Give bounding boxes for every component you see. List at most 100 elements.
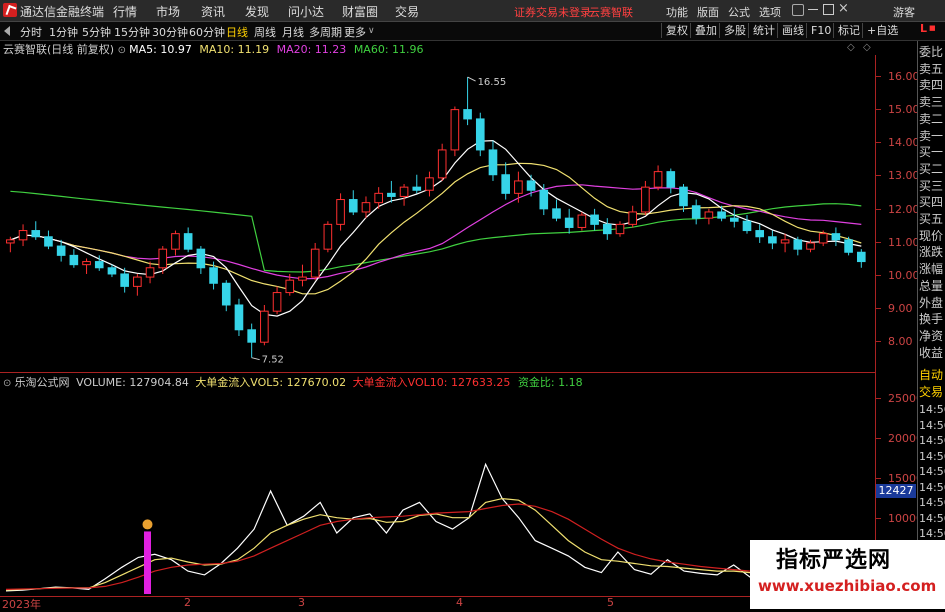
candle-body — [171, 233, 180, 250]
adjust-price-button[interactable]: 复权 — [661, 23, 692, 38]
back-arrow-icon[interactable] — [4, 26, 10, 36]
candle-body — [831, 233, 841, 241]
menu-item-formula[interactable]: 公式 — [728, 4, 750, 20]
y-tick-label: 8.00 — [888, 335, 913, 348]
high-pointer — [467, 76, 476, 82]
candle-body — [539, 189, 549, 210]
tick-time-label: 14:56 — [919, 418, 945, 432]
stock-link[interactable]: 云赛智联 — [589, 4, 633, 20]
menu-item-news[interactable]: 资讯 — [201, 3, 225, 20]
tick-time-label: 14:56 — [919, 480, 945, 494]
candle-body — [564, 217, 574, 228]
candle-body — [361, 202, 371, 213]
y-tick-mark — [876, 275, 881, 276]
signal-bar — [144, 531, 151, 594]
candle-body — [272, 292, 282, 312]
menu-item-market[interactable]: 市场 — [156, 3, 180, 20]
more-chevron-icon[interactable]: ∨ — [368, 26, 375, 36]
candle-body — [348, 199, 358, 213]
add-watchlist-button[interactable]: +自选 — [862, 23, 902, 38]
settings-circle-icon[interactable]: ⊙ — [3, 378, 15, 389]
minimize-icon[interactable] — [808, 9, 818, 10]
x-tick-label: 2 — [184, 596, 191, 609]
chat-icon[interactable] — [792, 4, 804, 16]
y-tick-mark — [876, 242, 881, 243]
y-tick-mark — [876, 308, 881, 309]
candle-body — [285, 279, 295, 294]
auto-trade-label[interactable]: 自动 — [919, 367, 943, 384]
x-tick-label: 4 — [456, 596, 463, 609]
tab-period-multi[interactable]: 多周期 — [309, 24, 342, 40]
login-notice[interactable]: 证券交易未登录 — [514, 4, 591, 20]
candle-body — [844, 239, 853, 253]
mark-button[interactable]: 标记 — [833, 23, 864, 38]
candle-body — [475, 118, 485, 151]
draw-line-button[interactable]: 画线 — [777, 23, 808, 38]
x-axis: 2023年 2 3 4 5 — [0, 596, 875, 611]
multi-stock-button[interactable]: 多股 — [719, 23, 750, 38]
candle-body — [44, 236, 53, 247]
menu-item-quotes[interactable]: 行情 — [113, 3, 137, 20]
menu-item-trade[interactable]: 交易 — [395, 3, 419, 20]
f10-button[interactable]: F10 — [806, 23, 835, 38]
candle-body — [793, 239, 803, 250]
y-tick-mark — [876, 209, 881, 210]
menu-item-function[interactable]: 功能 — [666, 4, 688, 20]
tab-period-more[interactable]: 更多 — [344, 24, 366, 40]
formula-source-label: 乐淘公式网 — [14, 376, 70, 389]
candle-body — [412, 186, 422, 191]
menu-item-options[interactable]: 选项 — [759, 4, 781, 20]
period-toolbar: 分时 1分钟 5分钟 15分钟 30分钟 60分钟 日线 周线 月线 多周期 更… — [0, 22, 945, 41]
tab-period-daily[interactable]: 日线 — [226, 24, 248, 40]
candle-body — [729, 217, 739, 222]
candle-body — [260, 310, 269, 343]
candle-body — [387, 192, 396, 197]
quote-field-label: 买五 — [919, 212, 944, 226]
watermark-url: www.xuezhibiao.com — [758, 577, 937, 595]
guest-label[interactable]: 游客 — [893, 4, 915, 20]
tab-period-weekly[interactable]: 周线 — [254, 24, 276, 40]
menu-item-layout[interactable]: 版面 — [697, 4, 719, 20]
tab-period-monthly[interactable]: 月线 — [282, 24, 304, 40]
y-tick-mark — [876, 109, 881, 110]
level-badge-icon: ■ — [929, 24, 936, 32]
candle-body — [463, 109, 472, 120]
indicator-l[interactable]: L — [920, 22, 927, 35]
quote-field-label: 涨跌 — [919, 245, 944, 260]
candle-body — [615, 223, 625, 235]
candle-body — [234, 304, 244, 331]
tab-period-intraday[interactable]: 分时 — [20, 24, 42, 40]
quote-field-label: 买三 — [919, 178, 944, 193]
tab-period-15min[interactable]: 15分钟 — [114, 24, 150, 40]
tab-period-30min[interactable]: 30分钟 — [152, 24, 188, 40]
candle-body — [56, 245, 66, 256]
auto-trade-label[interactable]: 交易 — [919, 384, 943, 401]
statistics-button[interactable]: 统计 — [748, 23, 779, 38]
y-tick-label: 12.00 — [888, 203, 920, 216]
candle-body — [818, 233, 828, 244]
watermark-title: 指标严选网 — [776, 548, 892, 573]
candle-body — [526, 180, 536, 191]
menu-item-ask[interactable]: 问小达 — [288, 3, 324, 20]
tab-period-5min[interactable]: 5分钟 — [82, 24, 111, 40]
menu-item-wealth[interactable]: 财富圈 — [342, 3, 378, 20]
y-axis: 16.00 15.00 14.00 13.00 12.00 11.00 10.0… — [875, 55, 923, 595]
menu-item-discover[interactable]: 发现 — [245, 3, 269, 20]
quote-field-label: 买一 — [919, 145, 944, 160]
tick-time-label: 14:56 — [919, 434, 945, 448]
candle-body — [653, 171, 663, 188]
overlay-button[interactable]: 叠加 — [690, 23, 721, 38]
diamond-icon-2[interactable]: ◇ — [863, 42, 871, 53]
kline-chart[interactable]: 16.55 7.52 — [0, 55, 875, 596]
x-tick-label: 3 — [298, 596, 305, 609]
maximize-icon[interactable] — [823, 4, 834, 15]
diamond-icon[interactable]: ◇ — [847, 42, 855, 53]
candle-body — [82, 261, 91, 266]
y-tick-mark — [876, 341, 881, 342]
vol5-line — [5, 497, 867, 591]
tab-period-1min[interactable]: 1分钟 — [49, 24, 78, 40]
close-icon[interactable]: × — [838, 1, 849, 16]
tab-period-60min[interactable]: 60分钟 — [189, 24, 225, 40]
candle-body — [18, 230, 28, 241]
candle-body — [717, 211, 726, 219]
